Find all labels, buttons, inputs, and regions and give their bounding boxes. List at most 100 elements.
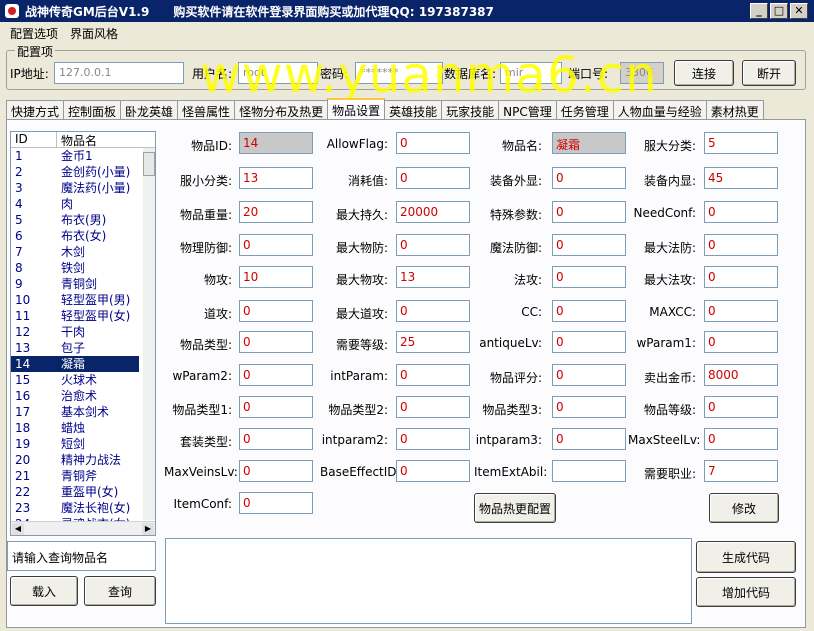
- list-item[interactable]: 1 金币1: [11, 148, 155, 164]
- field-input-36[interactable]: 0: [239, 428, 313, 450]
- vscroll-thumb[interactable]: [143, 152, 155, 176]
- tab-11[interactable]: 素材热更: [705, 100, 764, 119]
- search-input[interactable]: 请输入查询物品名: [7, 541, 156, 571]
- tab-9[interactable]: 任务管理: [555, 100, 614, 119]
- tab-3[interactable]: 怪兽属性: [177, 100, 236, 119]
- modify-button[interactable]: 修改: [709, 493, 779, 523]
- list-item[interactable]: 15 火球术: [11, 372, 155, 388]
- list-item[interactable]: 22 重盔甲(女): [11, 484, 155, 500]
- field-input-22[interactable]: 0: [552, 300, 626, 322]
- tab-7[interactable]: 玩家技能: [441, 100, 500, 119]
- close-button[interactable]: ✕: [790, 3, 808, 19]
- field-input-38[interactable]: 0: [552, 428, 626, 450]
- field-input-39[interactable]: 0: [704, 428, 778, 450]
- field-input-20[interactable]: 0: [239, 300, 313, 322]
- list-item[interactable]: 12 干肉: [11, 324, 155, 340]
- scroll-left-icon[interactable]: ◀: [12, 523, 24, 535]
- field-input-0[interactable]: 14: [239, 132, 313, 154]
- field-input-26[interactable]: 0: [552, 331, 626, 353]
- field-input-19[interactable]: 0: [704, 266, 778, 288]
- field-input-14[interactable]: 0: [552, 234, 626, 256]
- load-button[interactable]: 载入: [10, 576, 78, 606]
- connect-button[interactable]: 连接: [674, 60, 734, 86]
- list-item[interactable]: 13 包子: [11, 340, 155, 356]
- field-input-33[interactable]: 0: [396, 396, 470, 418]
- disconnect-button[interactable]: 断开: [742, 60, 796, 86]
- field-input-42[interactable]: [552, 460, 626, 482]
- field-input-31[interactable]: 8000: [704, 364, 778, 386]
- list-item[interactable]: 18 蜡烛: [11, 420, 155, 436]
- list-item[interactable]: 16 治愈术: [11, 388, 155, 404]
- query-button[interactable]: 查询: [84, 576, 156, 606]
- list-item[interactable]: 2 金创药(小量): [11, 164, 155, 180]
- list-item[interactable]: 14 凝霜: [11, 356, 139, 372]
- field-input-13[interactable]: 0: [396, 234, 470, 256]
- password-input[interactable]: *******: [355, 62, 443, 84]
- minimize-button[interactable]: _: [750, 3, 768, 19]
- field-input-32[interactable]: 0: [239, 396, 313, 418]
- list-item[interactable]: 23 魔法长袍(女): [11, 500, 155, 516]
- field-input-41[interactable]: 0: [396, 460, 470, 482]
- field-input-25[interactable]: 25: [396, 331, 470, 353]
- field-input-23[interactable]: 0: [704, 300, 778, 322]
- list-item[interactable]: 9 青铜剑: [11, 276, 155, 292]
- list-hscroll[interactable]: ◀ ▶: [11, 521, 155, 535]
- field-input-44[interactable]: 0: [239, 492, 313, 514]
- list-item[interactable]: 8 铁剑: [11, 260, 155, 276]
- tab-0[interactable]: 快捷方式: [6, 100, 65, 119]
- field-input-6[interactable]: 0: [552, 167, 626, 189]
- item-list[interactable]: ID 物品名 1 金币1 2 金创药(小量) 3 魔法药(小量) 4 肉 5 布衣(男) 6 布衣(女…: [10, 131, 156, 536]
- maximize-button[interactable]: □: [770, 3, 788, 19]
- list-item[interactable]: 17 基本剑术: [11, 404, 155, 420]
- field-input-27[interactable]: 0: [704, 331, 778, 353]
- field-input-12[interactable]: 0: [239, 234, 313, 256]
- field-input-5[interactable]: 0: [396, 167, 470, 189]
- field-input-28[interactable]: 0: [239, 364, 313, 386]
- field-input-24[interactable]: 0: [239, 331, 313, 353]
- list-item[interactable]: 10 轻型盔甲(男): [11, 292, 155, 308]
- field-input-15[interactable]: 0: [704, 234, 778, 256]
- field-input-1[interactable]: 0: [396, 132, 470, 154]
- add-code-button[interactable]: 增加代码: [696, 577, 796, 607]
- scroll-right-icon[interactable]: ▶: [142, 523, 154, 535]
- db-input[interactable]: mir: [500, 62, 562, 84]
- list-item[interactable]: 5 布衣(男): [11, 212, 155, 228]
- user-input[interactable]: root: [238, 62, 318, 84]
- field-input-37[interactable]: 0: [396, 428, 470, 450]
- field-input-8[interactable]: 20: [239, 201, 313, 223]
- hot-update-config-button[interactable]: 物品热更配置: [474, 493, 556, 523]
- field-input-35[interactable]: 0: [704, 396, 778, 418]
- field-input-29[interactable]: 0: [396, 364, 470, 386]
- list-header-name[interactable]: 物品名: [57, 132, 97, 148]
- tab-2[interactable]: 卧龙英雄: [120, 100, 179, 119]
- list-item[interactable]: 20 精神力战法: [11, 452, 155, 468]
- field-input-30[interactable]: 0: [552, 364, 626, 386]
- field-input-2[interactable]: 凝霜: [552, 132, 626, 154]
- list-vscroll[interactable]: [143, 148, 155, 520]
- tab-5[interactable]: 物品设置: [327, 98, 386, 119]
- list-item[interactable]: 21 青铜斧: [11, 468, 155, 484]
- generate-code-button[interactable]: 生成代码: [696, 541, 796, 573]
- field-input-3[interactable]: 5: [704, 132, 778, 154]
- tab-1[interactable]: 控制面板: [63, 100, 122, 119]
- field-input-34[interactable]: 0: [552, 396, 626, 418]
- field-input-11[interactable]: 0: [704, 201, 778, 223]
- field-input-43[interactable]: 7: [704, 460, 778, 482]
- field-input-18[interactable]: 0: [552, 266, 626, 288]
- code-output-textarea[interactable]: [165, 538, 692, 624]
- ip-input[interactable]: 127.0.0.1: [54, 62, 184, 84]
- list-item[interactable]: 6 布衣(女): [11, 228, 155, 244]
- list-item[interactable]: 11 轻型盔甲(女): [11, 308, 155, 324]
- list-header-id[interactable]: ID: [11, 132, 57, 147]
- field-input-10[interactable]: 0: [552, 201, 626, 223]
- list-item[interactable]: 7 木剑: [11, 244, 155, 260]
- field-input-4[interactable]: 13: [239, 167, 313, 189]
- field-input-7[interactable]: 45: [704, 167, 778, 189]
- tab-6[interactable]: 英雄技能: [384, 100, 443, 119]
- list-item[interactable]: 4肉: [11, 196, 155, 212]
- field-input-40[interactable]: 0: [239, 460, 313, 482]
- tab-10[interactable]: 人物血量与经验: [612, 100, 707, 119]
- list-item[interactable]: 19 短剑: [11, 436, 155, 452]
- tab-4[interactable]: 怪物分布及热更: [234, 100, 329, 119]
- field-input-21[interactable]: 0: [396, 300, 470, 322]
